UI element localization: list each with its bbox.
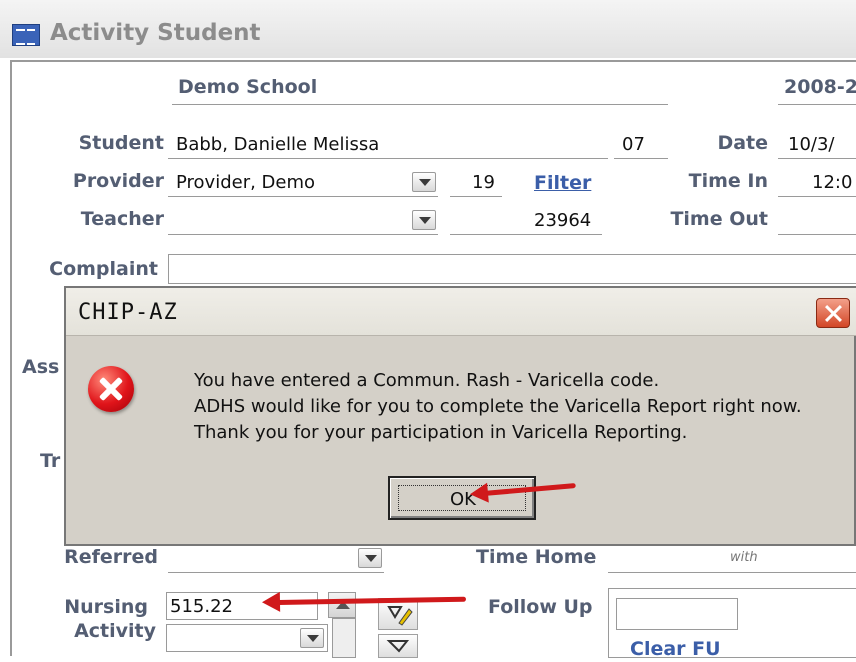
form-icon: [12, 24, 40, 46]
alert-dialog: CHIP-AZ You have entered a Commun. Rash …: [64, 286, 856, 546]
grade-field[interactable]: 07: [622, 134, 645, 155]
error-icon: [88, 366, 134, 412]
time-out-underline: [778, 234, 856, 235]
dialog-message-line-2: ADHS would like for you to complete the …: [194, 396, 802, 417]
referred-dropdown-button[interactable]: [358, 548, 382, 568]
pencil-icon: [387, 606, 413, 626]
ok-button[interactable]: OK: [388, 476, 536, 520]
dialog-title: CHIP-AZ: [78, 300, 178, 325]
nursing-code-field[interactable]: 515.22: [166, 592, 318, 620]
complaint-label: Complaint: [49, 258, 158, 280]
provider-number: 19: [472, 172, 495, 193]
time-out-label: Time Out: [670, 208, 768, 230]
funnel-icon: [386, 640, 410, 653]
teacher-dropdown-button[interactable]: [412, 210, 436, 230]
teacher-label: Teacher: [80, 208, 164, 230]
student-label: Student: [78, 132, 164, 154]
dialog-message-line-1: You have entered a Commun. Rash - Varice…: [194, 370, 660, 391]
provider-underline: [168, 196, 438, 197]
time-home-label: Time Home: [476, 546, 597, 568]
provider-number-underline: [450, 196, 502, 197]
complaint-field[interactable]: [168, 254, 856, 284]
close-button[interactable]: [816, 298, 850, 328]
referred-label: Referred: [64, 546, 158, 568]
grade-underline: [614, 158, 668, 159]
time-home-underline: [608, 572, 856, 573]
nursing-scrollbar[interactable]: [332, 618, 356, 658]
provider-field[interactable]: Provider, Demo: [176, 172, 315, 193]
teacher-number-underline: [450, 234, 602, 235]
filter-link[interactable]: Filter: [534, 172, 591, 194]
clear-follow-up-button[interactable]: Clear FU: [630, 638, 721, 660]
referred-underline: [168, 572, 384, 573]
nursing-activity-dropdown-button[interactable]: [300, 628, 324, 648]
school-name: Demo School: [178, 76, 318, 98]
time-in-label: Time In: [688, 170, 768, 192]
teacher-underline: [168, 234, 438, 235]
date-field[interactable]: 10/3/: [788, 134, 835, 155]
follow-up-field[interactable]: [616, 598, 738, 630]
provider-dropdown-button[interactable]: [412, 172, 436, 192]
nursing-label: Nursing: [64, 596, 148, 618]
year-underline: [778, 104, 856, 105]
school-underline: [172, 104, 668, 105]
student-field[interactable]: Babb, Danielle Melissa: [176, 134, 379, 155]
treatment-label-partial: Tr: [40, 450, 61, 472]
date-label: Date: [717, 132, 768, 154]
scroll-up-button[interactable]: [328, 592, 356, 618]
with-label: with: [730, 550, 758, 565]
activity-label: Activity: [74, 620, 156, 642]
time-in-field[interactable]: 12:0: [812, 172, 852, 193]
date-underline: [778, 158, 856, 159]
dialog-titlebar: CHIP-AZ: [66, 288, 856, 336]
student-underline: [168, 158, 608, 159]
assessment-label-partial: Ass: [22, 356, 60, 378]
filter-button[interactable]: [378, 634, 418, 658]
teacher-number: 23964: [534, 210, 592, 231]
provider-label: Provider: [72, 170, 164, 192]
follow-up-label: Follow Up: [488, 596, 593, 618]
dialog-message-line-3: Thank you for your participation in Vari…: [194, 422, 688, 443]
window-title: Activity Student: [50, 20, 261, 46]
school-year: 2008-2: [784, 76, 856, 98]
time-in-underline: [778, 196, 856, 197]
window-titlebar: Activity Student: [0, 0, 856, 58]
